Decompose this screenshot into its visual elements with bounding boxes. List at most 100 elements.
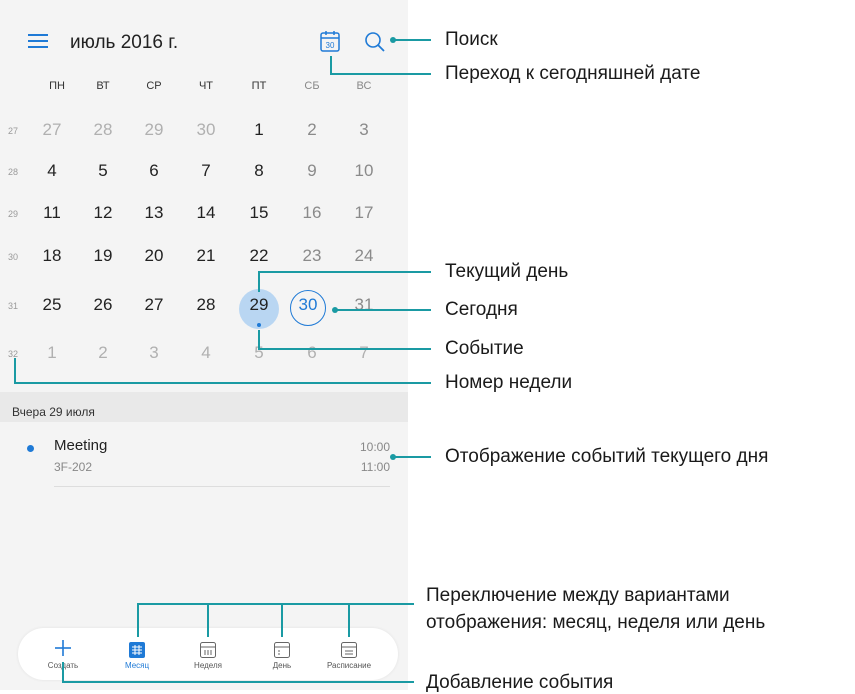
callout-line xyxy=(207,603,209,637)
callout-event: Событие xyxy=(445,338,524,359)
day-cell[interactable]: 6 xyxy=(292,343,332,363)
day-cell[interactable]: 8 xyxy=(239,161,279,181)
week-row: 27 27 28 29 30 1 2 3 xyxy=(0,114,408,154)
callout-line xyxy=(330,56,332,74)
callout-line xyxy=(258,330,260,350)
day-cell[interactable]: 11 xyxy=(32,203,72,223)
event-location: 3F-202 xyxy=(54,460,93,474)
day-cell[interactable]: 3 xyxy=(134,343,174,363)
callout-goto-today: Переход к сегодняшней дате xyxy=(445,63,701,84)
day-cell[interactable]: 4 xyxy=(32,161,72,181)
callout-line xyxy=(258,348,431,350)
weekday-label: ВТ xyxy=(96,80,110,92)
day-cell[interactable]: 23 xyxy=(292,246,332,266)
callout-line xyxy=(393,39,431,41)
callout-search: Поиск xyxy=(445,29,498,50)
week-number: 28 xyxy=(8,167,19,177)
event-divider xyxy=(54,486,390,487)
day-cell[interactable]: 6 xyxy=(134,161,174,181)
callout-line xyxy=(258,271,431,273)
day-cell[interactable]: 13 xyxy=(134,203,174,223)
week-row: 29 11 12 13 14 15 16 17 xyxy=(0,197,408,237)
month-title[interactable]: июль 2016 г. xyxy=(70,32,178,54)
week-icon xyxy=(200,642,216,658)
tab-month[interactable]: Месяц xyxy=(102,642,172,670)
search-icon[interactable] xyxy=(364,31,386,53)
day-cell[interactable]: 28 xyxy=(83,120,123,140)
callout-line xyxy=(281,603,283,637)
day-cell[interactable]: 1 xyxy=(239,120,279,140)
callout-line xyxy=(330,73,431,75)
callout-line xyxy=(258,272,260,292)
week-row: 30 18 19 20 21 22 23 24 xyxy=(0,240,408,280)
weekday-label: ПТ xyxy=(251,80,267,92)
day-cell[interactable]: 9 xyxy=(292,161,332,181)
day-cell-current[interactable]: 29 xyxy=(239,295,279,315)
calendar-screen: июль 2016 г. 30 ПН ВТ СР ЧТ ПТ СБ ВС 27 … xyxy=(0,0,408,690)
app-header: июль 2016 г. 30 xyxy=(0,0,408,64)
event-end-time: 11:00 xyxy=(360,460,390,474)
weekday-label: ЧТ xyxy=(198,80,214,92)
day-cell[interactable]: 14 xyxy=(186,203,226,223)
callout-week-number: Номер недели xyxy=(445,372,573,393)
menu-icon[interactable] xyxy=(28,34,48,50)
callout-today: Сегодня xyxy=(445,299,518,320)
day-cell[interactable]: 12 xyxy=(83,203,123,223)
callout-line xyxy=(335,309,431,311)
day-cell[interactable]: 7 xyxy=(186,161,226,181)
day-cell[interactable]: 15 xyxy=(239,203,279,223)
event-start-time: 10:00 xyxy=(359,440,390,454)
day-cell[interactable]: 1 xyxy=(32,343,72,363)
callout-line xyxy=(348,603,350,637)
callout-line xyxy=(137,603,414,605)
day-cell[interactable]: 17 xyxy=(344,203,384,223)
day-cell[interactable]: 27 xyxy=(134,295,174,315)
day-cell[interactable]: 29 xyxy=(134,120,174,140)
weekday-label: СР xyxy=(146,80,162,92)
plus-icon xyxy=(55,640,71,656)
tab-week[interactable]: Неделя xyxy=(173,642,243,670)
today-calendar-icon[interactable]: 30 xyxy=(320,30,340,52)
day-cell[interactable]: 20 xyxy=(134,246,174,266)
weekday-label: СБ xyxy=(304,80,320,92)
day-cell[interactable]: 31 xyxy=(344,295,384,315)
day-cell[interactable]: 19 xyxy=(83,246,123,266)
day-cell[interactable]: 16 xyxy=(292,203,332,223)
day-cell[interactable]: 22 xyxy=(239,246,279,266)
callout-events-display: Отображение событий текущего дня xyxy=(445,446,769,467)
callout-current-day: Текущий день xyxy=(445,261,569,282)
day-cell[interactable]: 28 xyxy=(186,295,226,315)
day-cell[interactable]: 27 xyxy=(32,120,72,140)
day-cell[interactable]: 3 xyxy=(344,120,384,140)
callout-view-switch-2: отображения: месяц, неделя или день xyxy=(426,612,766,633)
day-cell[interactable]: 30 xyxy=(186,120,226,140)
callout-line xyxy=(14,358,16,384)
svg-text:30: 30 xyxy=(326,41,335,50)
day-cell[interactable]: 26 xyxy=(83,295,123,315)
month-grid-icon xyxy=(129,642,145,658)
day-cell[interactable]: 7 xyxy=(344,343,384,363)
day-cell[interactable]: 5 xyxy=(83,161,123,181)
tab-schedule[interactable]: Расписание xyxy=(314,642,384,670)
week-number: 31 xyxy=(8,301,19,311)
event-color-dot xyxy=(27,445,34,452)
tab-day[interactable]: День xyxy=(247,642,317,670)
events-date-label: Вчера 29 июля xyxy=(12,405,95,419)
day-cell-today[interactable]: 30 xyxy=(288,295,328,315)
callout-view-switch-1: Переключение между вариантами xyxy=(426,585,730,606)
day-cell[interactable]: 4 xyxy=(186,343,226,363)
day-cell[interactable]: 2 xyxy=(83,343,123,363)
agenda-icon xyxy=(341,642,357,658)
event-title: Meeting xyxy=(54,437,108,454)
day-cell[interactable]: 2 xyxy=(292,120,332,140)
day-cell[interactable]: 21 xyxy=(186,246,226,266)
day-cell[interactable]: 25 xyxy=(32,295,72,315)
callout-line xyxy=(14,382,431,384)
week-number: 29 xyxy=(8,209,19,219)
weekday-label: ВС xyxy=(356,80,372,92)
day-cell[interactable]: 18 xyxy=(32,246,72,266)
day-cell[interactable]: 10 xyxy=(344,161,384,181)
weekday-label: ПН xyxy=(49,80,65,92)
callout-line xyxy=(137,603,139,637)
day-cell[interactable]: 24 xyxy=(344,246,384,266)
